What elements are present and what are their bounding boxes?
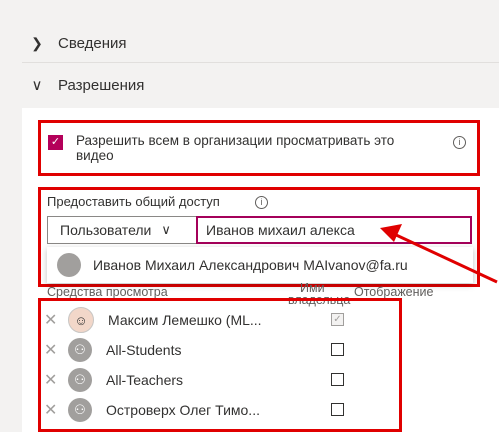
share-scope-dropdown[interactable]: Пользователи ∨ — [47, 216, 197, 244]
section-permissions-label: Разрешения — [58, 76, 145, 94]
video-settings-panel: ❯ Сведения ∨ Разрешения ✓ Разрешить всем… — [0, 0, 499, 432]
suggestion-text: Иванов Михаил Александрович MAIvanov@fa.… — [93, 257, 408, 273]
owner-checkbox[interactable] — [331, 343, 344, 356]
remove-icon[interactable]: ✕ — [44, 310, 58, 330]
owner-checkbox[interactable] — [331, 403, 344, 416]
viewer-name: Островерх Олег Тимо... — [106, 402, 260, 418]
viewer-name: All-Teachers — [106, 372, 184, 388]
allow-org-view-label-line2: видео — [76, 148, 114, 163]
chevron-right-icon: ❯ — [31, 34, 43, 51]
remove-icon[interactable]: ✕ — [44, 370, 58, 390]
info-icon[interactable]: i — [453, 136, 466, 149]
share-info-icon[interactable]: i — [255, 196, 268, 209]
avatar: ☺ — [68, 307, 94, 333]
allow-org-view-label-line1: Разрешить всем в организации просматрива… — [76, 133, 395, 148]
share-label: Предоставить общий доступ — [47, 194, 220, 209]
group-avatar: ⚇ — [68, 338, 92, 362]
owner-checkbox: ✓ — [331, 313, 344, 326]
section-details-label: Сведения — [58, 34, 127, 52]
remove-icon[interactable]: ✕ — [44, 400, 58, 420]
user-avatar: ⚇ — [68, 398, 92, 422]
column-display-header: Отображение — [354, 285, 434, 299]
viewer-name: All-Students — [106, 342, 182, 358]
group-avatar: ⚇ — [68, 368, 92, 392]
owner-checkbox[interactable] — [331, 373, 344, 386]
share-scope-value: Пользователи — [60, 222, 152, 238]
remove-icon[interactable]: ✕ — [44, 340, 58, 360]
column-viewers-header: Средства просмотра — [47, 285, 168, 299]
chevron-down-icon: ∨ — [31, 77, 43, 94]
avatar — [57, 253, 81, 277]
section-details-header[interactable]: ❯ Сведения — [22, 26, 499, 60]
allow-org-view-checkbox[interactable]: ✓ — [48, 135, 63, 150]
annotation-arrow-icon — [380, 224, 498, 284]
viewer-name: Максим Лемешко (ML... — [108, 312, 262, 328]
divider — [22, 62, 499, 63]
share-search-value: Иванов михаил алекса — [206, 222, 355, 238]
chevron-down-icon: ∨ — [161, 222, 171, 237]
section-permissions-header[interactable]: ∨ Разрешения — [22, 68, 499, 102]
